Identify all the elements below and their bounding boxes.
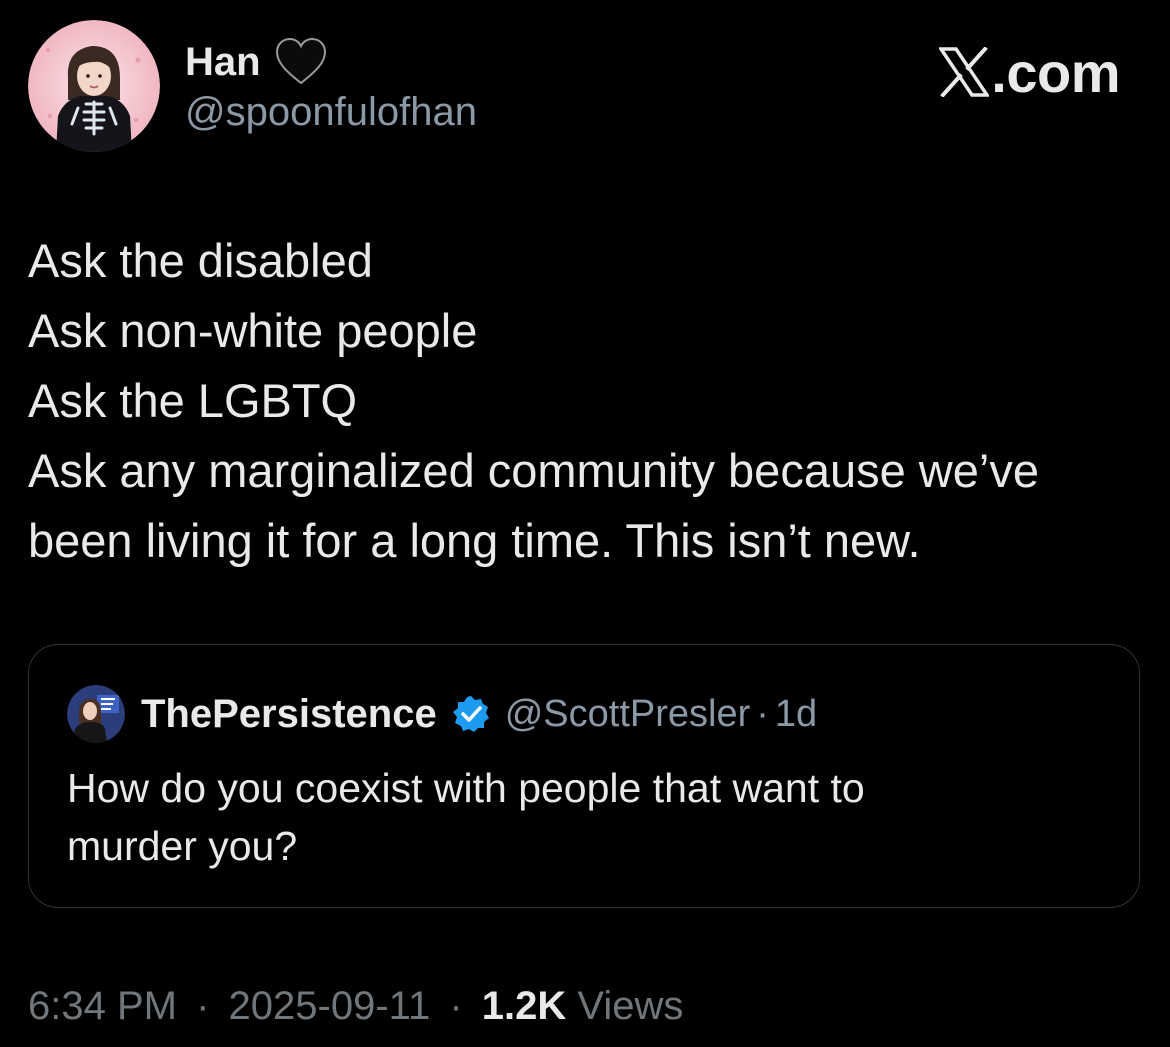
tweet-metadata: 6:34 PM · 2025-09-11 · 1.2K Views (28, 984, 683, 1029)
tweet-date[interactable]: 2025-09-11 (229, 984, 431, 1028)
tweet-line: Ask non-white people (28, 304, 478, 357)
quoted-tweet-card[interactable]: ThePersistence @ScottPresler · 1d How do… (28, 644, 1140, 908)
tweet-time[interactable]: 6:34 PM (28, 984, 177, 1028)
brand-text: .com (991, 40, 1120, 104)
author-name[interactable]: Han (185, 40, 261, 85)
views-label: Views (577, 984, 684, 1028)
quoted-author-handle[interactable]: @ScottPresler (505, 693, 751, 736)
metadata-separator: · (196, 984, 210, 1028)
metadata-separator: · (449, 984, 463, 1028)
author-name-row: Han (185, 37, 477, 86)
quoted-author-name[interactable]: ThePersistence (141, 692, 437, 737)
tweet-header: Han @spoonfulofhan .com (28, 20, 1142, 154)
quoted-author-avatar[interactable] (67, 685, 125, 743)
tweet-line: Ask the LGBTQ (28, 374, 358, 427)
x-logo-icon (938, 46, 991, 98)
tweet-line: Ask any marginalized community because w… (28, 444, 1039, 497)
black-heart-icon (275, 37, 327, 86)
quoted-tweet-header: ThePersistence @ScottPresler · 1d (67, 683, 817, 745)
tweet-line: Ask the disabled (28, 234, 373, 287)
quoted-separator: · (756, 692, 769, 735)
views-count: 1.2K (481, 984, 567, 1028)
brand-logo: .com (938, 40, 1120, 104)
author-avatar[interactable] (28, 20, 160, 152)
tweet-line: been living it for a long time. This isn… (28, 514, 921, 567)
author-handle[interactable]: @spoonfulofhan (185, 90, 477, 135)
verified-badge-icon (451, 694, 491, 734)
tweet-text: Ask the disabled Ask non-white people As… (28, 226, 1148, 576)
quoted-text-line: murder you? (67, 823, 298, 869)
quoted-timestamp[interactable]: 1d (775, 693, 817, 736)
quoted-text-line: How do you coexist with people that want… (67, 765, 865, 811)
quoted-tweet-text: How do you coexist with people that want… (67, 759, 1067, 875)
author-info: Han @spoonfulofhan (185, 37, 477, 135)
